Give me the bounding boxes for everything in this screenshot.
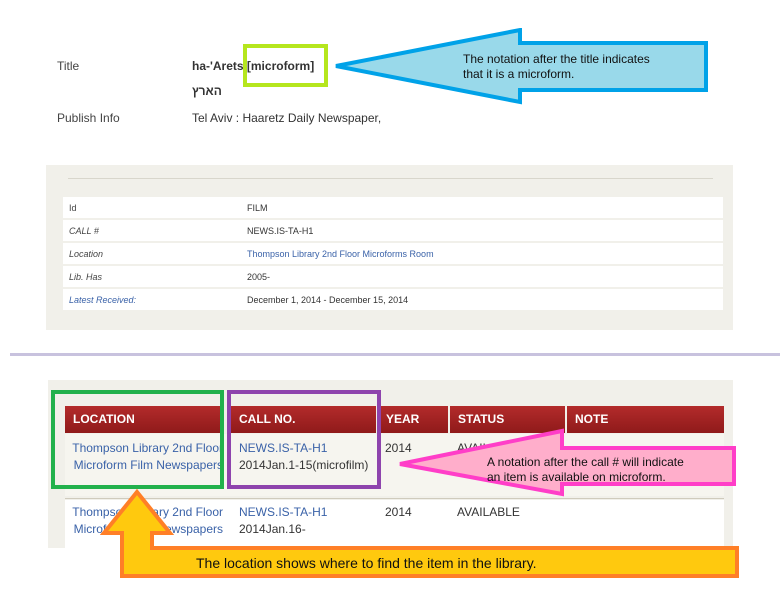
- holdings-row-lib-has: Lib. Has 2005-: [63, 266, 723, 287]
- call-number-callout-text: A notation after the call # will indicat…: [487, 455, 684, 485]
- location-highlight-box: [51, 390, 224, 489]
- holdings-row-call: CALL # NEWS.IS-TA-H1: [63, 220, 723, 241]
- holdings-latest-received-link[interactable]: Latest Received:: [69, 295, 136, 305]
- holdings-location-link[interactable]: Thompson Library 2nd Floor Microforms Ro…: [247, 249, 434, 259]
- title-callout-line-1: The notation after the title indicates: [463, 52, 650, 66]
- holdings-value: 2005-: [247, 272, 271, 282]
- title-label: Title: [57, 59, 80, 73]
- call-callout-line-2: an item is available on microform.: [487, 470, 666, 484]
- title-callout-line-2: that it is a microform.: [463, 67, 575, 81]
- title-main-text: ha-'Arets: [192, 59, 244, 73]
- holdings-divider: [68, 178, 713, 179]
- holdings-key: Id: [69, 203, 77, 213]
- title-hebrew: הארץ: [192, 84, 222, 98]
- holdings-key: CALL #: [69, 226, 99, 236]
- publish-info-label: Publish Info: [57, 111, 120, 125]
- holdings-row-location: Location Thompson Library 2nd Floor Micr…: [63, 243, 723, 264]
- holdings-value: NEWS.IS-TA-H1: [247, 226, 314, 236]
- holdings-key: Location: [69, 249, 104, 259]
- title-callout-text: The notation after the title indicates t…: [463, 52, 650, 82]
- location-callout-text: The location shows where to find the ite…: [196, 555, 537, 571]
- call-callout-line-1: A notation after the call # will indicat…: [487, 455, 684, 469]
- publish-info-value: Tel Aviv : Haaretz Daily Newspaper,: [192, 111, 382, 125]
- holdings-value: FILM: [247, 203, 268, 213]
- holdings-row-id: Id FILM: [63, 197, 723, 218]
- holdings-value: December 1, 2014 - December 15, 2014: [247, 295, 409, 305]
- call-number-highlight-box: [227, 390, 381, 489]
- section-separator: [10, 353, 780, 356]
- holdings-row-latest: Latest Received: December 1, 2014 - Dece…: [63, 289, 723, 310]
- title-highlight-box: [243, 44, 328, 87]
- holdings-key: Lib. Has: [69, 272, 103, 282]
